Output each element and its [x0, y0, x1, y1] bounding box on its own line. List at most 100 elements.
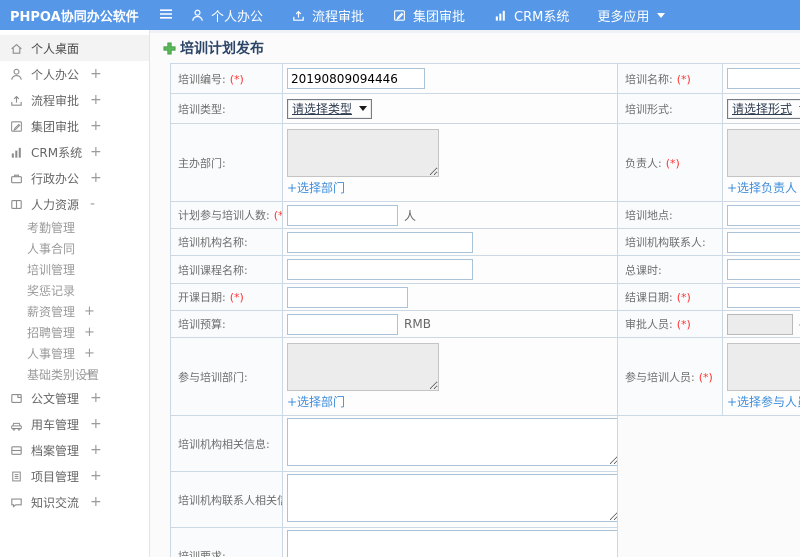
sidebar-subitem-label: 招聘管理: [27, 326, 76, 340]
nav-workflow-approval[interactable]: 流程审批: [291, 6, 364, 25]
expand-plus-icon[interactable]: +: [90, 165, 102, 191]
select-leader-link[interactable]: +选择负责人: [727, 179, 797, 196]
training-form-table: 培训编号:(*) 培训名称:(*) 培训类型: 请选择类型 培训形式: 请选择形…: [170, 63, 800, 416]
select-department-link[interactable]: +选择部门: [287, 179, 345, 196]
sidebar-item-personal-desktop[interactable]: 个人桌面: [0, 35, 149, 61]
expand-plus-icon[interactable]: +: [84, 322, 95, 343]
course-name-input[interactable]: [287, 259, 473, 280]
org-contact-input[interactable]: [727, 231, 800, 253]
start-date-input[interactable]: [287, 286, 408, 308]
sidebar-subitem-label: 人事合同: [27, 242, 76, 256]
expand-plus-icon[interactable]: +: [90, 87, 102, 113]
expand-plus-icon[interactable]: +: [90, 139, 102, 165]
training-no-input[interactable]: [287, 68, 425, 89]
topbar: PHPOA协同办公软件 个人办公 流程审批 集团审批 CRM系统 更多应用: [0, 0, 800, 30]
sidebar-subitem-base-category[interactable]: 基础类别设置 +: [0, 364, 149, 385]
expand-plus-icon[interactable]: +: [90, 463, 102, 489]
sidebar-subitem-salary[interactable]: 薪资管理 +: [0, 301, 149, 322]
field-label: 参与培训人员:: [625, 370, 695, 384]
expand-plus-icon[interactable]: +: [84, 364, 95, 385]
org-name-input[interactable]: [287, 231, 473, 253]
field-label: 培训机构联系人:: [625, 236, 706, 249]
sidebar-subitem-rewards[interactable]: 奖惩记录: [0, 280, 149, 301]
unit-suffix: 人: [404, 208, 417, 223]
end-date-input[interactable]: [727, 286, 800, 308]
field-label: 培训课程名称:: [178, 263, 248, 277]
workflow-icon: [291, 8, 306, 23]
nav-group-approval[interactable]: 集团审批: [392, 6, 465, 25]
collapse-minus-icon[interactable]: -: [90, 191, 95, 217]
location-input[interactable]: [727, 204, 800, 226]
nav-personal-office[interactable]: 个人办公: [190, 6, 263, 25]
sidebar-subitem-training[interactable]: 培训管理: [0, 259, 149, 280]
field-label: 计划参与培训人数:: [178, 209, 270, 222]
training-type-select[interactable]: 请选择类型: [287, 98, 373, 119]
sidebar-subitem-label: 奖惩记录: [27, 284, 76, 298]
briefcase-icon: [8, 170, 24, 186]
join-people-box[interactable]: [727, 343, 800, 391]
sidebar-item-vehicle[interactable]: 用车管理 +: [0, 411, 149, 437]
sidebar-subitem-recruitment[interactable]: 招聘管理 +: [0, 322, 149, 343]
sidebar-item-personal-office[interactable]: 个人办公 +: [0, 61, 149, 87]
form-row: 培训机构联系人相关信息:: [170, 471, 618, 528]
sidebar-item-label: 个人办公: [31, 67, 80, 82]
expand-plus-icon[interactable]: +: [90, 113, 102, 139]
budget-input[interactable]: [287, 313, 398, 335]
form-row: 培训机构名称: 培训机构联系人:: [170, 228, 800, 256]
sidebar-item-knowledge[interactable]: 知识交流 +: [0, 489, 149, 515]
requirements-textarea[interactable]: [287, 530, 617, 557]
form-row: 参与培训部门: +选择部门 参与培训人员:(*) +选择参与人员: [170, 337, 800, 416]
training-name-input[interactable]: [727, 68, 800, 89]
org-info-textarea[interactable]: [287, 418, 617, 466]
expand-plus-icon[interactable]: +: [90, 489, 102, 515]
nav-label: CRM系统: [514, 9, 570, 25]
sidebar-item-human-resources[interactable]: 人力资源 -: [0, 191, 149, 217]
approver-box[interactable]: [727, 313, 793, 335]
chat-icon: [8, 494, 24, 510]
sidebar-item-label: 用车管理: [31, 417, 80, 432]
expand-plus-icon[interactable]: +: [84, 301, 95, 322]
required-marker: (*): [229, 291, 244, 304]
field-label: 培训机构相关信息:: [178, 437, 270, 451]
sidebar-item-group-approval[interactable]: 集团审批 +: [0, 113, 149, 139]
expand-plus-icon[interactable]: +: [84, 343, 95, 364]
expand-plus-icon[interactable]: +: [90, 385, 102, 411]
sidebar-item-admin-office[interactable]: 行政办公 +: [0, 165, 149, 191]
org-contact-info-textarea[interactable]: [287, 474, 617, 522]
planned-count-input[interactable]: [287, 204, 398, 226]
select-department-link[interactable]: +选择部门: [287, 393, 345, 410]
sidebar-subitem-personnel[interactable]: 人事管理 +: [0, 343, 149, 364]
training-form-select[interactable]: 请选择形式: [727, 98, 800, 119]
main-content: 培训计划发布 培训编号:(*) 培训名称:(*) 培训类型: 请选择类型 培训形…: [150, 30, 800, 557]
select-participants-link[interactable]: +选择参与人员: [727, 393, 800, 410]
user-icon: [8, 66, 24, 82]
nav-crm-system[interactable]: CRM系统: [493, 6, 569, 25]
leader-box[interactable]: [727, 129, 800, 177]
sidebar-subitem-hr-contract[interactable]: 人事合同: [0, 238, 149, 259]
expand-plus-icon[interactable]: +: [90, 61, 102, 87]
field-label: 培训地点:: [625, 209, 673, 222]
nav-more-apps[interactable]: 更多应用: [597, 6, 666, 25]
edit-icon: [392, 8, 407, 23]
menu-toggle-button[interactable]: [158, 6, 174, 25]
edit-icon: [8, 118, 24, 134]
expand-plus-icon[interactable]: +: [90, 411, 102, 437]
sidebar-item-crm-system[interactable]: CRM系统 +: [0, 139, 149, 165]
sidebar-item-workflow-approval[interactable]: 流程审批 +: [0, 87, 149, 113]
field-label: 培训形式:: [625, 102, 673, 116]
sidebar-item-official-docs[interactable]: 公文管理 +: [0, 385, 149, 411]
sidebar-subitem-attendance[interactable]: 考勤管理: [0, 217, 149, 238]
sidebar-item-label: 项目管理: [31, 469, 80, 484]
host-dept-box[interactable]: [287, 129, 439, 177]
sidebar-item-projects[interactable]: 项目管理 +: [0, 463, 149, 489]
form-row: 主办部门: +选择部门 负责人: (*) +选择负责人: [170, 123, 800, 202]
join-dept-box[interactable]: [287, 343, 439, 391]
selected-option: 请选择形式: [732, 102, 793, 116]
expand-plus-icon[interactable]: +: [90, 437, 102, 463]
workflow-icon: [8, 92, 24, 108]
form-row: 开课日期: (*) 结课日期: (*): [170, 283, 800, 311]
required-marker: (*): [698, 370, 713, 384]
car-icon: [8, 416, 24, 432]
sidebar-item-archives[interactable]: 档案管理 +: [0, 437, 149, 463]
total-hours-input[interactable]: [727, 259, 800, 280]
